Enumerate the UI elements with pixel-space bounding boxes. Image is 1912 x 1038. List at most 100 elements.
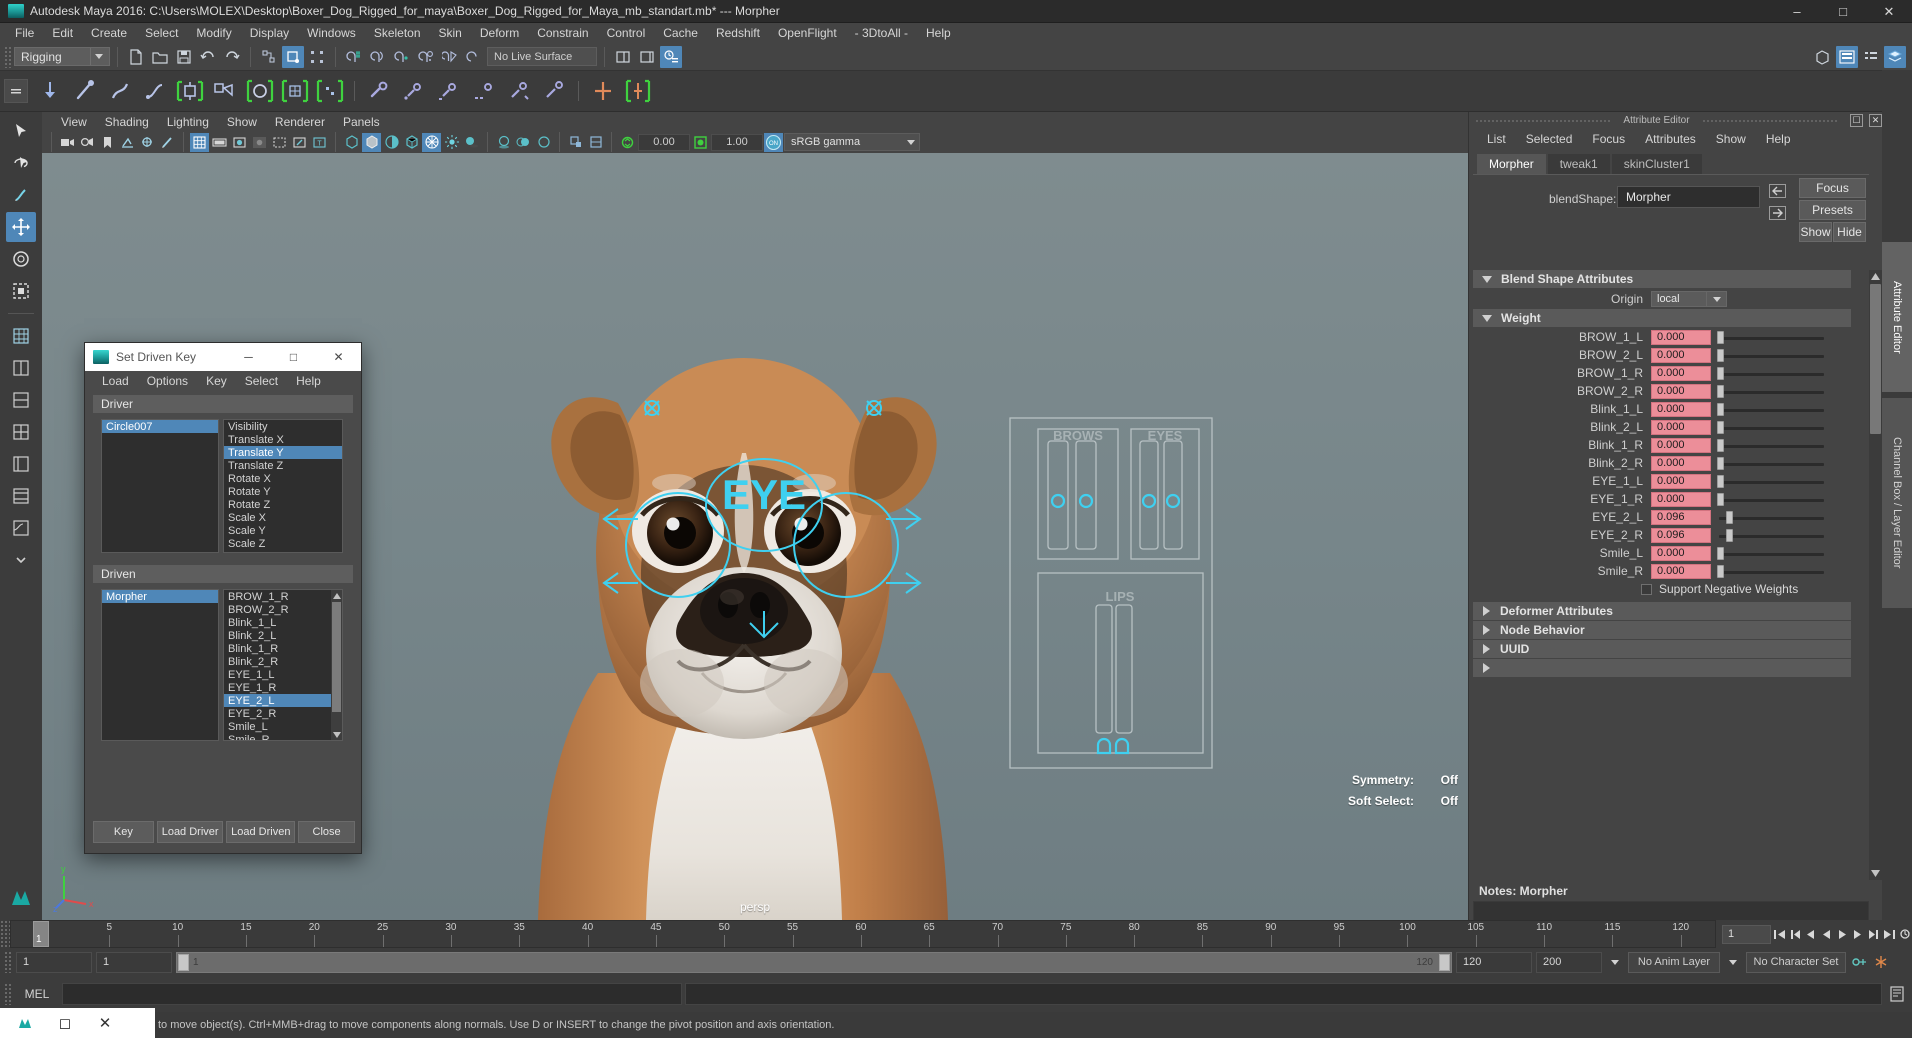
command-line-grip[interactable] xyxy=(4,983,12,1005)
motion-blur-icon[interactable] xyxy=(514,133,533,152)
color-management-toggle-icon[interactable]: ON xyxy=(764,132,783,152)
weight-slider[interactable] xyxy=(1715,510,1830,525)
section-uuid[interactable]: UUID xyxy=(1473,640,1851,658)
weight-slider[interactable] xyxy=(1715,438,1830,453)
viewport-menu-shading[interactable]: Shading xyxy=(96,114,158,130)
slider-knob[interactable] xyxy=(1717,546,1724,560)
weight-value-field[interactable]: 0.000 xyxy=(1651,437,1711,453)
save-scene-icon[interactable] xyxy=(173,46,195,68)
xray-toggle-icon[interactable] xyxy=(270,133,289,152)
select-by-hierarchy-icon[interactable] xyxy=(258,46,280,68)
undo-icon[interactable] xyxy=(197,46,219,68)
mirror-joint-icon[interactable] xyxy=(587,75,619,107)
weight-slider[interactable] xyxy=(1715,528,1830,543)
weight-slider[interactable] xyxy=(1715,564,1830,579)
menu-item-edit[interactable]: Edit xyxy=(43,24,82,42)
driver-attr-item[interactable]: Scale Z xyxy=(224,537,342,550)
isolate-select-icon[interactable] xyxy=(566,133,585,152)
sdk-menu-select[interactable]: Select xyxy=(236,373,287,389)
snap-to-view-plane-icon[interactable] xyxy=(439,46,461,68)
driver-attr-list[interactable]: Visibility Translate X Translate Y Translat… xyxy=(223,419,343,553)
sdk-minimize-button[interactable]: ─ xyxy=(226,343,271,371)
weight-value-field[interactable]: 0.000 xyxy=(1651,329,1711,345)
shaded-wireframe-icon[interactable] xyxy=(402,133,421,152)
driven-attr-item[interactable]: Blink_2_L xyxy=(224,629,342,642)
range-slider-bar[interactable]: 1 120 xyxy=(176,951,1452,973)
weight-value-field[interactable]: 0.000 xyxy=(1651,383,1711,399)
sdk-menu-key[interactable]: Key xyxy=(197,373,236,389)
viewport-menu-renderer[interactable]: Renderer xyxy=(266,114,334,130)
ae-tab-morpher[interactable]: Morpher xyxy=(1477,154,1546,174)
weight-slider[interactable] xyxy=(1715,474,1830,489)
animation-preferences-icon[interactable] xyxy=(1898,925,1912,944)
driver-attr-item[interactable]: Translate Z xyxy=(224,459,342,472)
driver-attr-item[interactable]: Visibility xyxy=(224,420,342,433)
weight-slider[interactable] xyxy=(1715,492,1830,507)
focus-button[interactable]: Focus xyxy=(1799,178,1866,198)
weight-value-field[interactable]: 0.000 xyxy=(1651,365,1711,381)
menu-item-help[interactable]: Help xyxy=(917,24,960,42)
slider-knob[interactable] xyxy=(1717,474,1724,488)
weight-slider[interactable] xyxy=(1715,420,1830,435)
close-taskbar-icon[interactable]: ✕ xyxy=(96,1014,114,1032)
menu-item-skin[interactable]: Skin xyxy=(430,24,471,42)
ae-tab-tweak1[interactable]: tweak1 xyxy=(1547,154,1610,174)
driven-attr-item[interactable]: EYE_1_L xyxy=(224,668,342,681)
texture-shading-icon[interactable] xyxy=(422,132,441,152)
window-taskbar-icon[interactable]: ◻ xyxy=(56,1014,74,1032)
create-curve-icon[interactable] xyxy=(139,75,171,107)
slider-knob[interactable] xyxy=(1717,456,1724,470)
weight-value-field[interactable]: 0.000 xyxy=(1651,347,1711,363)
playback-start-field[interactable]: 1 xyxy=(96,951,172,973)
script-editor-icon[interactable] xyxy=(1888,985,1906,1004)
driver-attr-item[interactable]: Rotate Y xyxy=(224,485,342,498)
range-handle-left[interactable] xyxy=(178,953,189,971)
menu-set-dropdown[interactable]: Rigging xyxy=(14,47,110,66)
driven-node-list[interactable]: Morpher xyxy=(101,589,219,741)
redo-icon[interactable] xyxy=(221,46,243,68)
weight-slider[interactable] xyxy=(1715,384,1830,399)
step-forward-key-icon[interactable] xyxy=(1851,925,1865,944)
driven-attr-item[interactable]: Smile_L xyxy=(224,720,342,733)
command-input[interactable] xyxy=(62,983,682,1005)
sdk-close-button[interactable]: Close xyxy=(298,821,355,843)
anim-layer-dropdown[interactable]: No Anim Layer xyxy=(1628,951,1720,973)
new-scene-icon[interactable] xyxy=(125,46,147,68)
move-tool-icon[interactable] xyxy=(6,212,36,242)
viewport-menu-lighting[interactable]: Lighting xyxy=(158,114,218,130)
sdk-close-button[interactable]: ✕ xyxy=(316,343,361,371)
scroll-down-icon[interactable] xyxy=(331,729,342,740)
show-modeling-toolkit-icon[interactable] xyxy=(1812,46,1834,68)
layout-hypershade-icon[interactable] xyxy=(6,481,36,511)
film-gate-icon[interactable] xyxy=(210,133,229,152)
ae-menu-list[interactable]: List xyxy=(1477,131,1516,147)
slider-knob[interactable] xyxy=(1717,420,1724,434)
joint-tool-icon[interactable] xyxy=(34,75,66,107)
weight-value-field[interactable]: 0.000 xyxy=(1651,545,1711,561)
driver-attr-item[interactable]: Translate X xyxy=(224,433,342,446)
snap-to-projected-center-icon[interactable] xyxy=(415,46,437,68)
grid-toggle-icon[interactable] xyxy=(190,132,209,152)
section-node-behavior[interactable]: Node Behavior xyxy=(1473,621,1851,639)
go-to-start-icon[interactable] xyxy=(1773,925,1787,944)
menu-item-cache[interactable]: Cache xyxy=(654,24,707,42)
menu-item-deform[interactable]: Deform xyxy=(471,24,528,42)
chevron-down-icon[interactable] xyxy=(1707,291,1727,307)
open-scene-icon[interactable] xyxy=(149,46,171,68)
slider-knob[interactable] xyxy=(1717,492,1724,506)
select-camera-icon[interactable] xyxy=(58,133,77,152)
menu-item-redshift[interactable]: Redshift xyxy=(707,24,769,42)
sdk-menu-options[interactable]: Options xyxy=(138,373,197,389)
driven-list-scrollbar[interactable] xyxy=(331,590,342,740)
character-set-dropdown[interactable]: No Character Set xyxy=(1746,951,1846,973)
slider-knob[interactable] xyxy=(1726,528,1734,542)
driven-attr-item[interactable]: Smile_R xyxy=(224,733,342,741)
hide-button[interactable]: Hide xyxy=(1833,222,1866,242)
go-to-end-icon[interactable] xyxy=(1882,925,1896,944)
snap-to-point-icon[interactable] xyxy=(391,46,413,68)
anti-aliasing-icon[interactable] xyxy=(534,133,553,152)
show-attribute-list-icon[interactable] xyxy=(1860,46,1882,68)
menu-item-windows[interactable]: Windows xyxy=(298,24,365,42)
step-forward-frame-icon[interactable] xyxy=(1867,925,1881,944)
aim-constraint-icon[interactable] xyxy=(503,75,535,107)
